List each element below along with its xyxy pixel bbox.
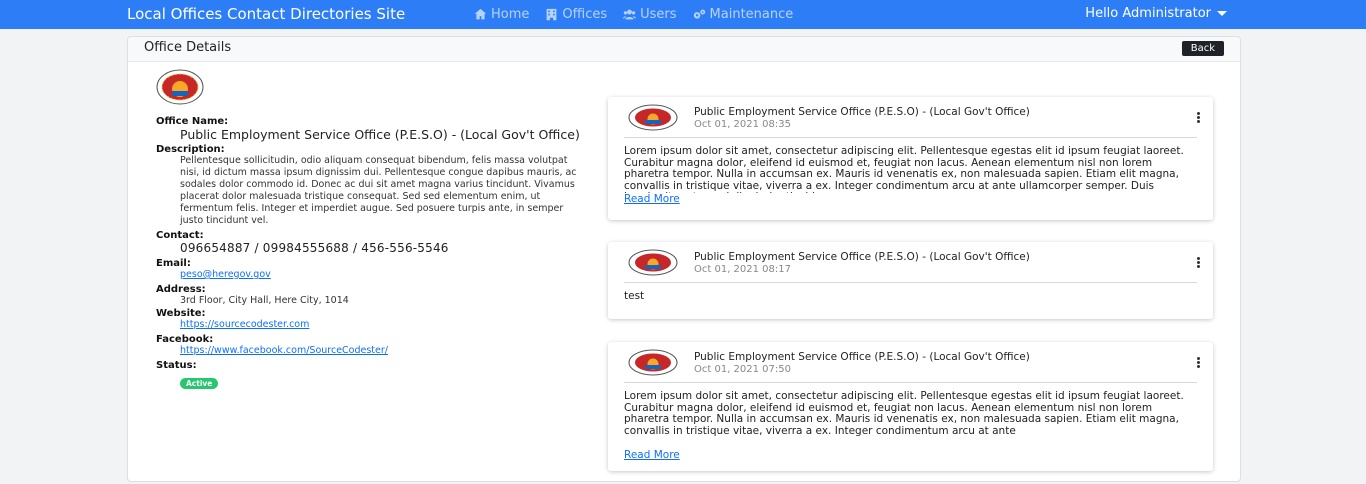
chevron-down-icon bbox=[1217, 11, 1227, 16]
cogs-icon bbox=[693, 9, 705, 19]
post-card: Public Employment Service Office (P.E.S.… bbox=[608, 97, 1213, 220]
back-button[interactable]: Back bbox=[1181, 41, 1224, 56]
nav-offices-label: Offices bbox=[562, 7, 608, 22]
user-menu[interactable]: Hello Administrator bbox=[1085, 6, 1227, 21]
more-options-icon[interactable] bbox=[1197, 357, 1201, 369]
nav-maintenance[interactable]: Maintenance bbox=[693, 7, 794, 22]
post-date: Oct 01, 2021 08:17 bbox=[694, 264, 791, 275]
nav-links: Home Offices Users Maintenance bbox=[474, 7, 793, 22]
status-badge: Active bbox=[180, 378, 219, 389]
user-greeting: Hello Administrator bbox=[1085, 6, 1211, 21]
nav-users-label: Users bbox=[640, 7, 677, 22]
post-date: Oct 01, 2021 08:35 bbox=[694, 119, 791, 130]
nav-users[interactable]: Users bbox=[623, 7, 677, 22]
post-header: Public Employment Service Office (P.E.S.… bbox=[624, 342, 1200, 383]
more-options-icon[interactable] bbox=[1197, 112, 1201, 124]
users-icon bbox=[623, 9, 637, 20]
facebook-link[interactable]: https://www.facebook.com/SourceCodester/ bbox=[180, 345, 586, 357]
office-details: Office Name: Public Employment Service O… bbox=[156, 69, 586, 390]
email-label: Email: bbox=[156, 258, 191, 269]
office-logo bbox=[156, 69, 204, 105]
post-card: Public Employment Service Office (P.E.S.… bbox=[608, 242, 1213, 319]
nav-offices[interactable]: Offices bbox=[545, 7, 607, 22]
website-link[interactable]: https://sourcecodester.com bbox=[180, 319, 586, 331]
home-icon bbox=[474, 8, 487, 20]
nav-maintenance-label: Maintenance bbox=[709, 7, 794, 22]
facebook-label: Facebook: bbox=[156, 334, 214, 345]
office-logo bbox=[628, 349, 678, 376]
nav-home-label: Home bbox=[491, 7, 530, 22]
office-logo bbox=[628, 249, 678, 276]
office-description: Pellentesque sollicitudin, odio aliquam … bbox=[180, 155, 577, 226]
office-details-card: Office Details Back Office Name: Public … bbox=[127, 36, 1241, 482]
post-body: test bbox=[624, 291, 645, 302]
read-more-link[interactable]: Read More bbox=[624, 193, 1213, 205]
post-header: Public Employment Service Office (P.E.S.… bbox=[624, 242, 1200, 283]
brand-title[interactable]: Local Offices Contact Directories Site bbox=[127, 5, 405, 23]
post-body: Lorem ipsum dolor sit amet, consectetur … bbox=[624, 391, 1184, 437]
status-label: Status: bbox=[156, 360, 197, 371]
post-title: Public Employment Service Office (P.E.S.… bbox=[694, 106, 1030, 118]
office-name-label: Office Name: bbox=[156, 116, 229, 127]
post-header: Public Employment Service Office (P.E.S.… bbox=[624, 97, 1200, 138]
read-more-link[interactable]: Read More bbox=[624, 449, 1213, 461]
website-label: Website: bbox=[156, 308, 206, 319]
email-link[interactable]: peso@heregov.gov bbox=[180, 269, 586, 281]
contact-label: Contact: bbox=[156, 230, 204, 241]
building-icon bbox=[547, 8, 557, 21]
office-name: Public Employment Service Office (P.E.S.… bbox=[180, 127, 580, 142]
navbar: Local Offices Contact Directories Site H… bbox=[0, 0, 1366, 29]
post-date: Oct 01, 2021 07:50 bbox=[694, 364, 791, 375]
office-logo bbox=[628, 104, 678, 131]
card-header: Office Details Back bbox=[128, 37, 1240, 62]
post-title: Public Employment Service Office (P.E.S.… bbox=[694, 351, 1030, 363]
office-address: 3rd Floor, City Hall, Here City, 1014 bbox=[180, 295, 349, 306]
page-title: Office Details bbox=[144, 40, 232, 55]
post-body: Lorem ipsum dolor sit amet, consectetur … bbox=[624, 146, 1184, 193]
post-card: Public Employment Service Office (P.E.S.… bbox=[608, 342, 1213, 471]
office-contact: 096654887 / 09984555688 / 456-556-5546 bbox=[180, 241, 449, 255]
description-label: Description: bbox=[156, 144, 225, 155]
post-title: Public Employment Service Office (P.E.S.… bbox=[694, 251, 1030, 263]
more-options-icon[interactable] bbox=[1197, 257, 1201, 269]
nav-home[interactable]: Home bbox=[474, 7, 529, 22]
address-label: Address: bbox=[156, 284, 206, 295]
